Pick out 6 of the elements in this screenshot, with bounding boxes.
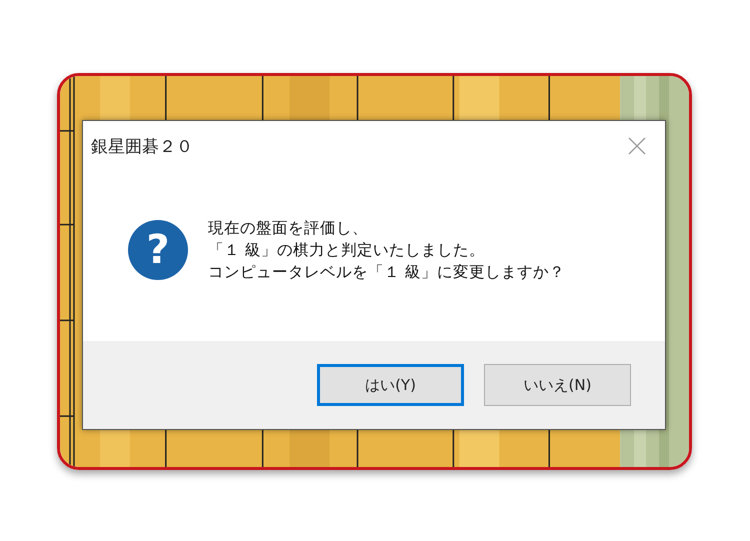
question-icon: ? xyxy=(128,220,188,280)
message-text: 現在の盤面を評価し、 「１ 級」の棋力と判定いたしました。 コンピュータレベルを「１ 級」に変更しますか？ xyxy=(208,218,565,283)
yes-button[interactable]: はい(Y) xyxy=(317,364,464,406)
close-icon[interactable] xyxy=(627,136,647,156)
no-button[interactable]: いいえ(N) xyxy=(484,364,631,406)
window-title: 銀星囲碁２０ xyxy=(91,136,193,158)
